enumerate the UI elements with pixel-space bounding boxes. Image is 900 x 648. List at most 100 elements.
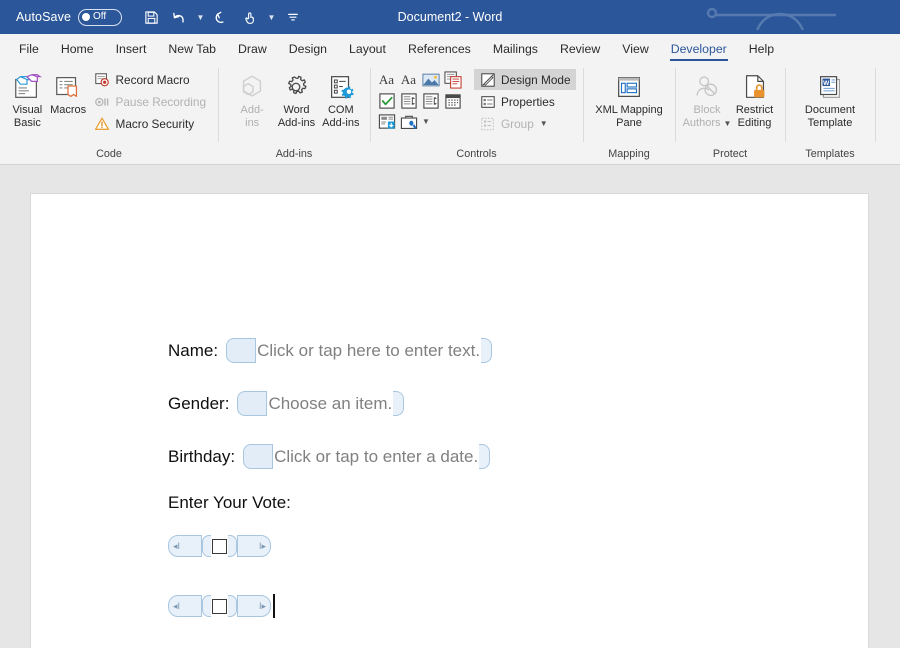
checkbox-content-control-2[interactable]: ◂I I▸ bbox=[168, 595, 271, 617]
document-canvas: Name: Click or tap here to enter text. G… bbox=[0, 165, 900, 648]
check-box-content-control-icon[interactable] bbox=[377, 91, 396, 110]
document-template-button[interactable]: W Document Template bbox=[792, 67, 868, 130]
addins-button: Add- ins bbox=[230, 67, 274, 130]
autosave-label: AutoSave bbox=[16, 10, 72, 24]
visual-basic-label-line2: Basic bbox=[13, 117, 41, 129]
macros-label: Macros bbox=[50, 104, 87, 116]
tab-view[interactable]: View bbox=[611, 34, 659, 63]
undo-icon[interactable] bbox=[166, 4, 192, 30]
content-control-open-tag bbox=[237, 391, 268, 416]
group-dropdown-icon: ▼ bbox=[539, 119, 548, 128]
tab-help[interactable]: Help bbox=[738, 34, 785, 63]
restrict-editing-label-line1: Restrict bbox=[735, 104, 774, 116]
redo-icon[interactable] bbox=[209, 4, 235, 30]
document-page[interactable]: Name: Click or tap here to enter text. G… bbox=[30, 193, 869, 648]
gear-icon bbox=[281, 70, 311, 104]
field-label-birthday: Birthday: bbox=[168, 446, 236, 466]
content-control-name[interactable]: Click or tap here to enter text. bbox=[226, 338, 493, 363]
restrict-editing-button[interactable]: Restrict Editing bbox=[731, 67, 778, 130]
content-control-buttons: Aa Aa ▼ bbox=[377, 67, 462, 131]
plain-text-content-control-icon[interactable]: Aa bbox=[399, 70, 418, 89]
group-label-templates: Templates bbox=[805, 148, 855, 160]
legacy-tools-icon[interactable] bbox=[399, 112, 418, 131]
autosave-control[interactable]: AutoSave Off bbox=[16, 8, 123, 26]
field-row-name: Name: Click or tap here to enter text. bbox=[168, 338, 493, 363]
checkbox-inner-close-2 bbox=[228, 595, 237, 617]
properties-button[interactable]: Properties bbox=[474, 91, 576, 112]
ribbon-group-mapping: XML Mapping Pane Mapping bbox=[583, 63, 675, 164]
tab-developer[interactable]: Developer bbox=[660, 34, 738, 63]
ribbon-group-protect: Block Authors ▼ Restrict Editing Protect bbox=[675, 63, 785, 164]
content-control-close-tag bbox=[479, 444, 491, 469]
repeating-section-content-control-icon[interactable] bbox=[377, 112, 396, 131]
tab-mailings[interactable]: Mailings bbox=[482, 34, 549, 63]
combo-box-content-control-icon[interactable] bbox=[399, 91, 418, 110]
com-addins-button[interactable]: COM Add-ins bbox=[319, 67, 363, 130]
checkbox-close-tag-2: I▸ bbox=[237, 595, 271, 617]
legacy-tools-dropdown-icon[interactable]: ▼ bbox=[421, 117, 430, 126]
content-control-gender[interactable]: Choose an item. bbox=[237, 391, 405, 416]
design-mode-icon bbox=[479, 71, 496, 88]
customize-qat-icon[interactable] bbox=[280, 4, 306, 30]
tab-new-tab[interactable]: New Tab bbox=[157, 34, 227, 63]
tab-insert[interactable]: Insert bbox=[105, 34, 158, 63]
content-control-close-tag bbox=[481, 338, 493, 363]
record-macro-button[interactable]: Record Macro bbox=[89, 69, 212, 90]
word-addins-label-line2: Add-ins bbox=[277, 117, 316, 129]
touch-mode-icon[interactable] bbox=[237, 4, 263, 30]
tab-layout[interactable]: Layout bbox=[338, 34, 397, 63]
document-template-label-line2: Template bbox=[807, 117, 853, 129]
undo-dropdown-icon[interactable]: ▼ bbox=[194, 4, 207, 30]
restrict-editing-icon bbox=[740, 70, 770, 104]
rich-text-content-control-icon[interactable]: Aa bbox=[377, 70, 396, 89]
macros-button[interactable]: Macros bbox=[48, 67, 89, 117]
design-mode-label: Design Mode bbox=[501, 72, 571, 87]
group-label-mapping: Mapping bbox=[608, 148, 650, 160]
ribbon-group-controls: Aa Aa ▼ Design Mode Properties Group ▼ C… bbox=[370, 63, 583, 164]
checkbox-input-1[interactable] bbox=[212, 538, 227, 554]
drop-down-list-content-control-icon[interactable] bbox=[421, 91, 440, 110]
group-label-addins: Add-ins bbox=[275, 148, 313, 160]
macro-security-label: Macro Security bbox=[115, 116, 195, 131]
tab-design[interactable]: Design bbox=[278, 34, 338, 63]
save-icon[interactable] bbox=[138, 4, 164, 30]
visual-basic-button[interactable]: Visual Basic bbox=[7, 67, 48, 130]
touch-mode-dropdown-icon[interactable]: ▼ bbox=[265, 4, 278, 30]
content-control-birthday[interactable]: Click or tap to enter a date. bbox=[243, 444, 491, 469]
tab-draw[interactable]: Draw bbox=[227, 34, 278, 63]
addins-icon bbox=[237, 70, 267, 104]
word-addins-label-line1: Word bbox=[283, 104, 310, 116]
content-control-placeholder-birthday: Click or tap to enter a date. bbox=[274, 446, 479, 466]
controls-small-buttons: Design Mode Properties Group ▼ bbox=[474, 67, 576, 134]
tab-home[interactable]: Home bbox=[50, 34, 105, 63]
tab-review[interactable]: Review bbox=[549, 34, 611, 63]
checkbox-content-control-1[interactable]: ◂I I▸ bbox=[168, 535, 271, 557]
com-addins-label-line2: Add-ins bbox=[322, 117, 360, 129]
restrict-editing-label-line2: Editing bbox=[737, 117, 772, 129]
word-addins-button[interactable]: Word Add-ins bbox=[274, 67, 318, 130]
addins-label-line1: Add- bbox=[240, 104, 264, 116]
checkbox-close-tag-1: I▸ bbox=[237, 535, 271, 557]
xml-mapping-pane-icon bbox=[614, 70, 644, 104]
building-block-gallery-icon[interactable] bbox=[443, 70, 462, 89]
tab-file[interactable]: File bbox=[8, 34, 50, 63]
group-label: Group bbox=[501, 116, 534, 131]
field-row-birthday: Birthday: Click or tap to enter a date. bbox=[168, 444, 491, 469]
xml-mapping-pane-button[interactable]: XML Mapping Pane bbox=[590, 67, 668, 130]
date-picker-content-control-icon[interactable] bbox=[443, 91, 462, 110]
quick-access-toolbar: ▼ ▼ bbox=[138, 4, 306, 30]
macro-security-button[interactable]: Macro Security bbox=[89, 113, 212, 134]
field-row-gender: Gender: Choose an item. bbox=[168, 391, 405, 416]
ribbon-group-spacer bbox=[875, 63, 900, 164]
autosave-toggle[interactable]: Off bbox=[78, 8, 123, 26]
design-mode-button[interactable]: Design Mode bbox=[474, 69, 576, 90]
content-control-placeholder-name: Click or tap here to enter text. bbox=[257, 340, 481, 360]
tab-references[interactable]: References bbox=[397, 34, 482, 63]
ribbon-tab-strip: File Home Insert New Tab Draw Design Lay… bbox=[0, 34, 900, 63]
ribbon-group-addins: Add- ins Word Add-ins COM Add-ins Add-in… bbox=[218, 63, 370, 164]
picture-content-control-icon[interactable] bbox=[421, 70, 440, 89]
field-label-gender: Gender: bbox=[168, 393, 230, 413]
warning-triangle-icon bbox=[94, 115, 111, 132]
checkbox-input-2[interactable] bbox=[212, 598, 227, 614]
visual-basic-label-line1: Visual bbox=[12, 104, 43, 116]
